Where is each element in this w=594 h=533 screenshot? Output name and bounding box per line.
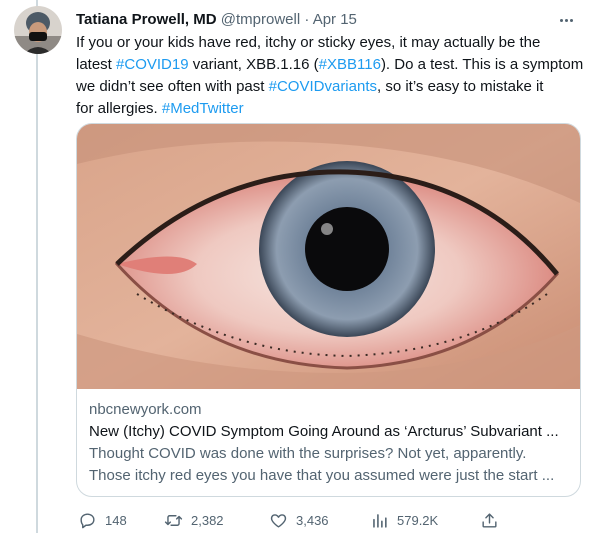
card-description: Those itchy red eyes you have that you a… — [89, 467, 555, 484]
author-name[interactable]: Tatiana Prowell, MD — [76, 11, 217, 28]
reply-count: 148 — [105, 512, 127, 528]
avatar[interactable] — [14, 6, 62, 54]
reply-button[interactable]: 148 — [78, 510, 127, 530]
tweet-text-segment: variant, XBB.1.16 ( — [188, 56, 319, 73]
tweet-text-segment: If you or your kids have red, itchy or s… — [76, 34, 541, 51]
tweet-text: If you or your kids have red, itchy or s… — [76, 32, 584, 120]
hashtag-link[interactable]: #COVID19 — [116, 56, 189, 73]
tweet-text-line: If you or your kids have red, itchy or s… — [76, 32, 584, 54]
card-image — [77, 124, 580, 389]
retweet-count: 2,382 — [191, 512, 224, 528]
card-title: New (Itchy) COVID Symptom Going Around a… — [89, 423, 559, 440]
like-count: 3,436 — [296, 512, 329, 528]
heart-icon — [270, 513, 287, 528]
views-button[interactable]: 579.2K — [370, 510, 438, 530]
share-button[interactable] — [480, 510, 499, 530]
avatar-image — [14, 6, 62, 54]
tweet-text-segment: for allergies. — [76, 100, 162, 117]
header-separator: · — [304, 11, 310, 28]
tweet-header: Tatiana Prowell, MD @tmprowell · Apr 15 — [76, 10, 584, 30]
tweet-text-line: we didn’t see often with past #COVIDvari… — [76, 76, 584, 98]
hashtag-link[interactable]: #XBB116 — [319, 56, 381, 73]
hashtag-link[interactable]: #MedTwitter — [162, 100, 244, 117]
tweet-text-segment: ). Do a test. This is a symptom — [380, 56, 584, 73]
hashtag-link[interactable]: #COVIDvariants — [269, 78, 377, 95]
thread-line — [36, 0, 38, 533]
card-description: Thought COVID was done with the surprise… — [89, 445, 527, 462]
views-icon — [373, 513, 387, 528]
tweet-text-segment: latest — [76, 56, 117, 73]
retweet-icon — [164, 514, 183, 526]
eye-image — [77, 124, 580, 389]
card-body: nbcnewyork.com New (Itchy) COVID Symptom… — [89, 399, 569, 487]
reply-icon — [80, 512, 95, 528]
tweet-date[interactable]: Apr 15 — [313, 11, 357, 28]
author-handle[interactable]: @tmprowell — [221, 11, 300, 28]
tweet-text-line: latest #COVID19 variant, XBB.1.16 (#XBB1… — [76, 54, 584, 76]
more-icon[interactable] — [556, 10, 576, 30]
share-icon — [482, 512, 497, 528]
views-count: 579.2K — [397, 512, 439, 528]
tweet-text-line: for allergies. #MedTwitter — [76, 98, 584, 120]
action-bar: 148 2,382 3,436 579.2K — [76, 510, 584, 530]
card-domain: nbcnewyork.com — [89, 401, 202, 418]
link-card[interactable]: nbcnewyork.com New (Itchy) COVID Symptom… — [76, 123, 581, 497]
like-button[interactable]: 3,436 — [269, 510, 329, 530]
retweet-button[interactable]: 2,382 — [164, 510, 224, 530]
tweet-text-segment: we didn’t see often with past — [76, 78, 269, 95]
tweet-text-segment: , so it’s easy to mistake it — [377, 78, 544, 95]
